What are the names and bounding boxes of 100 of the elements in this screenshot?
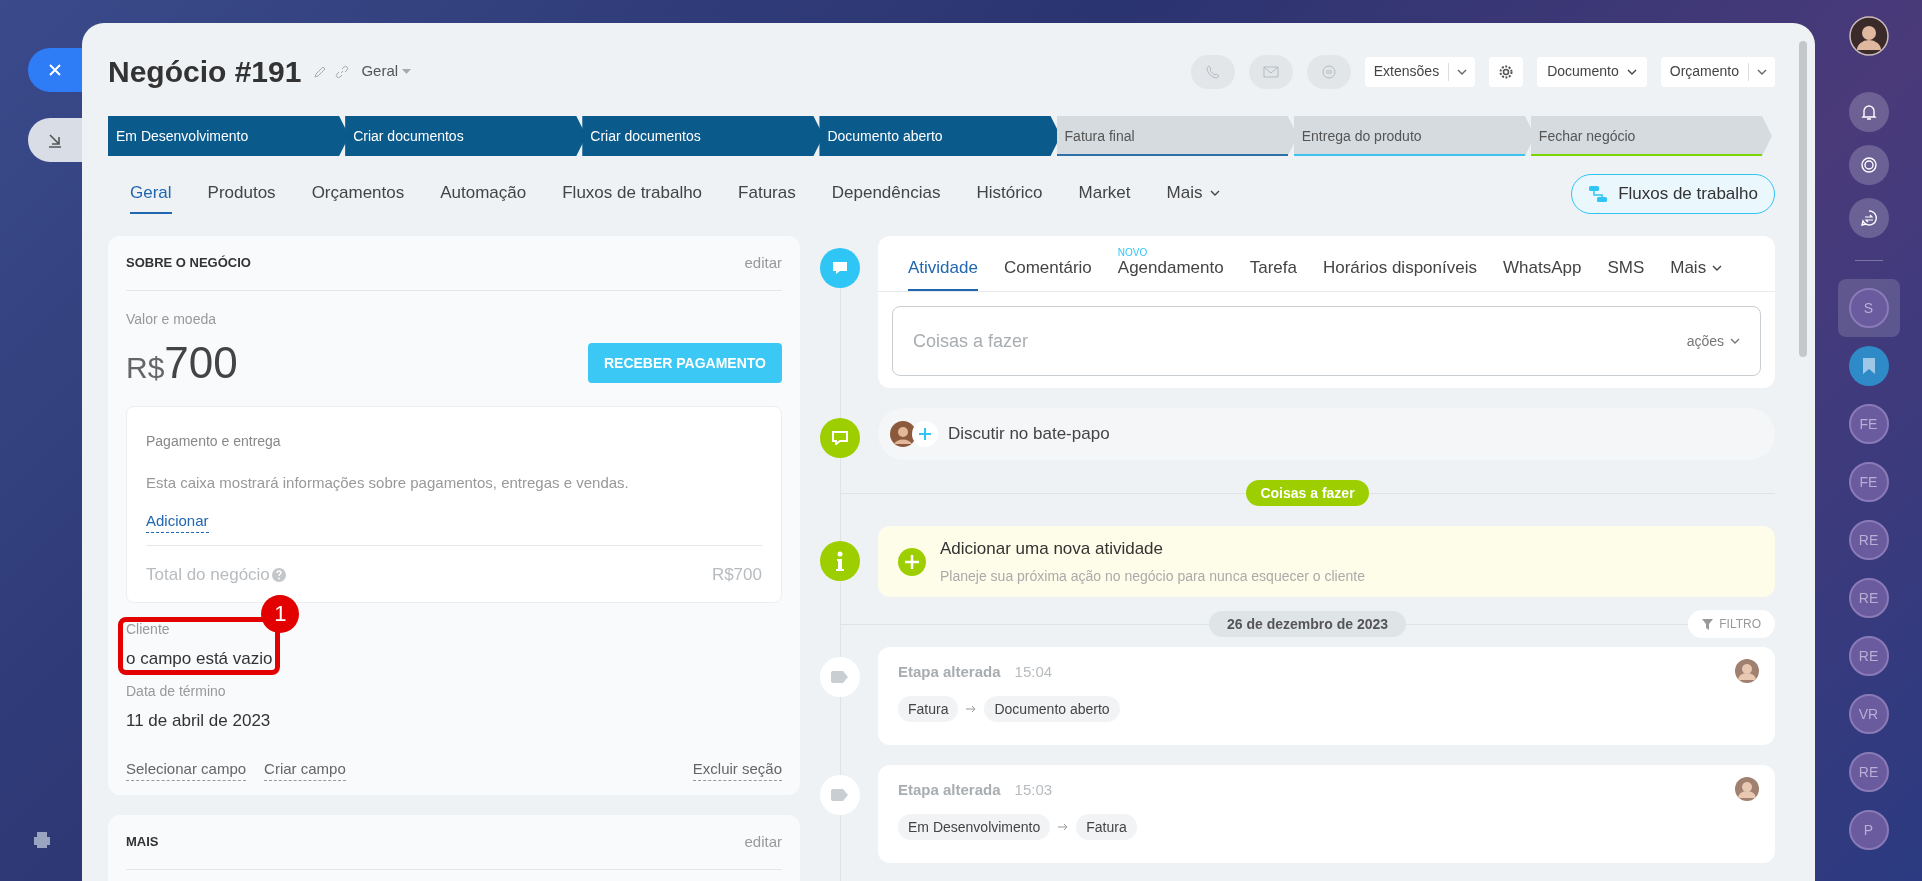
settings-icon <box>1498 63 1515 80</box>
comment-node-icon <box>820 248 860 288</box>
composer-tab[interactable]: WhatsApp <box>1502 247 1582 291</box>
spiral-icon <box>1859 156 1878 174</box>
sync-chat-icon <box>1859 209 1878 227</box>
composer-tab[interactable]: Tarefa <box>1249 247 1297 291</box>
todo-input[interactable]: Coisas a fazer ações <box>892 306 1761 376</box>
event-time: 15:04 <box>1014 662 1053 682</box>
date-pill: 26 de dezembro de 2023 <box>1208 611 1407 637</box>
avatar-icon <box>890 421 916 447</box>
avatar-icon <box>1735 777 1759 801</box>
amount: 700 <box>164 337 238 389</box>
total-label: Total do negócio <box>146 564 270 586</box>
stage-chip: Fatura <box>898 695 959 722</box>
arrow-icon <box>966 704 977 713</box>
tab[interactable]: Orçamentos <box>311 174 405 214</box>
caret-icon <box>1757 68 1767 75</box>
avatar-icon <box>1735 659 1759 683</box>
composer-tab[interactable]: Horários disponíveis <box>1322 247 1477 291</box>
settings-button[interactable] <box>1489 56 1524 87</box>
composer-tab[interactable]: Comentário <box>1003 247 1092 291</box>
caret-icon <box>1210 190 1221 196</box>
field-label: Data de término <box>126 682 226 701</box>
tab[interactable]: Dependências <box>831 174 941 214</box>
stage-chip: Fatura <box>1076 813 1137 840</box>
caret-icon <box>1730 338 1740 344</box>
composer-tab[interactable]: Atividade <box>908 247 978 291</box>
bookmark-button[interactable] <box>1848 346 1889 386</box>
chat-icon <box>1320 63 1337 80</box>
input-placeholder: Coisas a fazer <box>913 329 1029 353</box>
actions-dropdown[interactable]: ações <box>1686 330 1740 352</box>
bookmark-icon <box>1862 358 1875 374</box>
field-label: Valor e moeda <box>126 310 217 329</box>
tab[interactable]: Geral <box>130 174 172 214</box>
field-value: 11 de abril de 2023 <box>126 710 271 732</box>
filter-icon <box>1702 618 1714 630</box>
split-button[interactable]: Extensões <box>1364 56 1476 87</box>
stage-step[interactable]: Fechar negócio <box>1530 116 1772 156</box>
caret-icon <box>1712 265 1723 271</box>
deal-title: Negócio #191 <box>108 54 302 90</box>
dropdown-button[interactable]: Documento <box>1537 56 1647 87</box>
stage-chip: Documento aberto <box>984 695 1120 722</box>
minimize-icon <box>47 132 63 148</box>
tab[interactable]: Faturas <box>738 174 796 214</box>
event-title: Etapa alterada <box>898 662 1001 682</box>
tab[interactable]: Market <box>1078 174 1131 214</box>
field-value: o campo está vazio <box>126 647 273 670</box>
composer-tab[interactable]: SMS <box>1607 247 1645 291</box>
envelope-icon <box>1262 65 1279 78</box>
tab[interactable]: Histórico <box>976 174 1043 214</box>
tag-node-icon <box>820 657 860 697</box>
tab[interactable]: Mais <box>1166 174 1221 214</box>
arrow-icon <box>1058 822 1069 831</box>
info-node-icon <box>820 541 860 581</box>
notifications-button[interactable] <box>1848 92 1889 132</box>
workflow-icon <box>1588 185 1609 203</box>
close-icon <box>47 62 63 78</box>
add-activity-hint: Planeje sua próxima ação no negócio para nunca esquecer o cliente <box>940 566 1365 586</box>
chat-node-icon <box>820 418 860 458</box>
printer-icon[interactable] <box>32 830 52 850</box>
total-value: R$700 <box>711 564 762 586</box>
add-icon <box>898 547 926 576</box>
box-title: Pagamento e entrega <box>146 432 282 451</box>
workflow-button[interactable]: Fluxos de trabalho <box>1571 174 1775 214</box>
currency: R$ <box>126 351 165 386</box>
new-label: NOVO <box>1117 246 1148 260</box>
tab[interactable]: Produtos <box>207 174 276 214</box>
field-link[interactable]: Criar campo <box>264 757 346 781</box>
scrollbar[interactable] <box>1799 41 1807 357</box>
field-link[interactable]: Selecionar campo <box>126 757 247 781</box>
minimize-button[interactable] <box>28 118 82 162</box>
close-button[interactable] <box>28 48 82 92</box>
chat-bar[interactable]: Discutir no bate-papo <box>878 408 1775 460</box>
split-button[interactable]: Orçamento <box>1660 56 1775 87</box>
tab[interactable]: Fluxos de trabalho <box>562 174 703 214</box>
section-title: MAIS <box>126 833 159 852</box>
field-label: Cliente <box>126 619 170 639</box>
chat-label: Discutir no bate-papo <box>948 423 1110 446</box>
caret-icon <box>1626 68 1637 75</box>
sync-button[interactable] <box>1848 198 1889 238</box>
copilot-button[interactable] <box>1848 145 1889 185</box>
section-title: SOBRE O NEGÓCIO <box>126 254 251 273</box>
stage-chip: Em Desenvolvimento <box>898 813 1051 840</box>
tag-node-icon <box>820 775 860 815</box>
caret-icon <box>1457 68 1468 75</box>
add-link[interactable]: Adicionar <box>146 509 209 533</box>
category-dropdown[interactable]: Geral <box>361 60 412 83</box>
event-title: Etapa alterada <box>898 780 1001 800</box>
bell-icon <box>1859 103 1878 121</box>
composer-tab[interactable]: NOVO Agendamento <box>1117 247 1224 291</box>
caret-icon <box>402 69 412 74</box>
event-time: 15:03 <box>1014 780 1053 800</box>
delete-section-link[interactable]: Excluir seção <box>692 757 782 781</box>
todo-pill: Coisas a fazer <box>1246 480 1369 506</box>
user-avatar[interactable] <box>1848 16 1889 56</box>
add-activity-title: Adicionar uma nova atividade <box>940 538 1165 561</box>
add-activity-card[interactable]: Adicionar uma nova atividade Planeje sua próxima ação no negócio para nunca esquecer o cliente <box>878 526 1775 597</box>
tab[interactable]: Automação <box>440 174 527 214</box>
box-description: Esta caixa mostrará informações sobre pagamentos, entregas e vendas. <box>146 473 630 493</box>
composer-tab[interactable]: Mais <box>1670 247 1723 291</box>
